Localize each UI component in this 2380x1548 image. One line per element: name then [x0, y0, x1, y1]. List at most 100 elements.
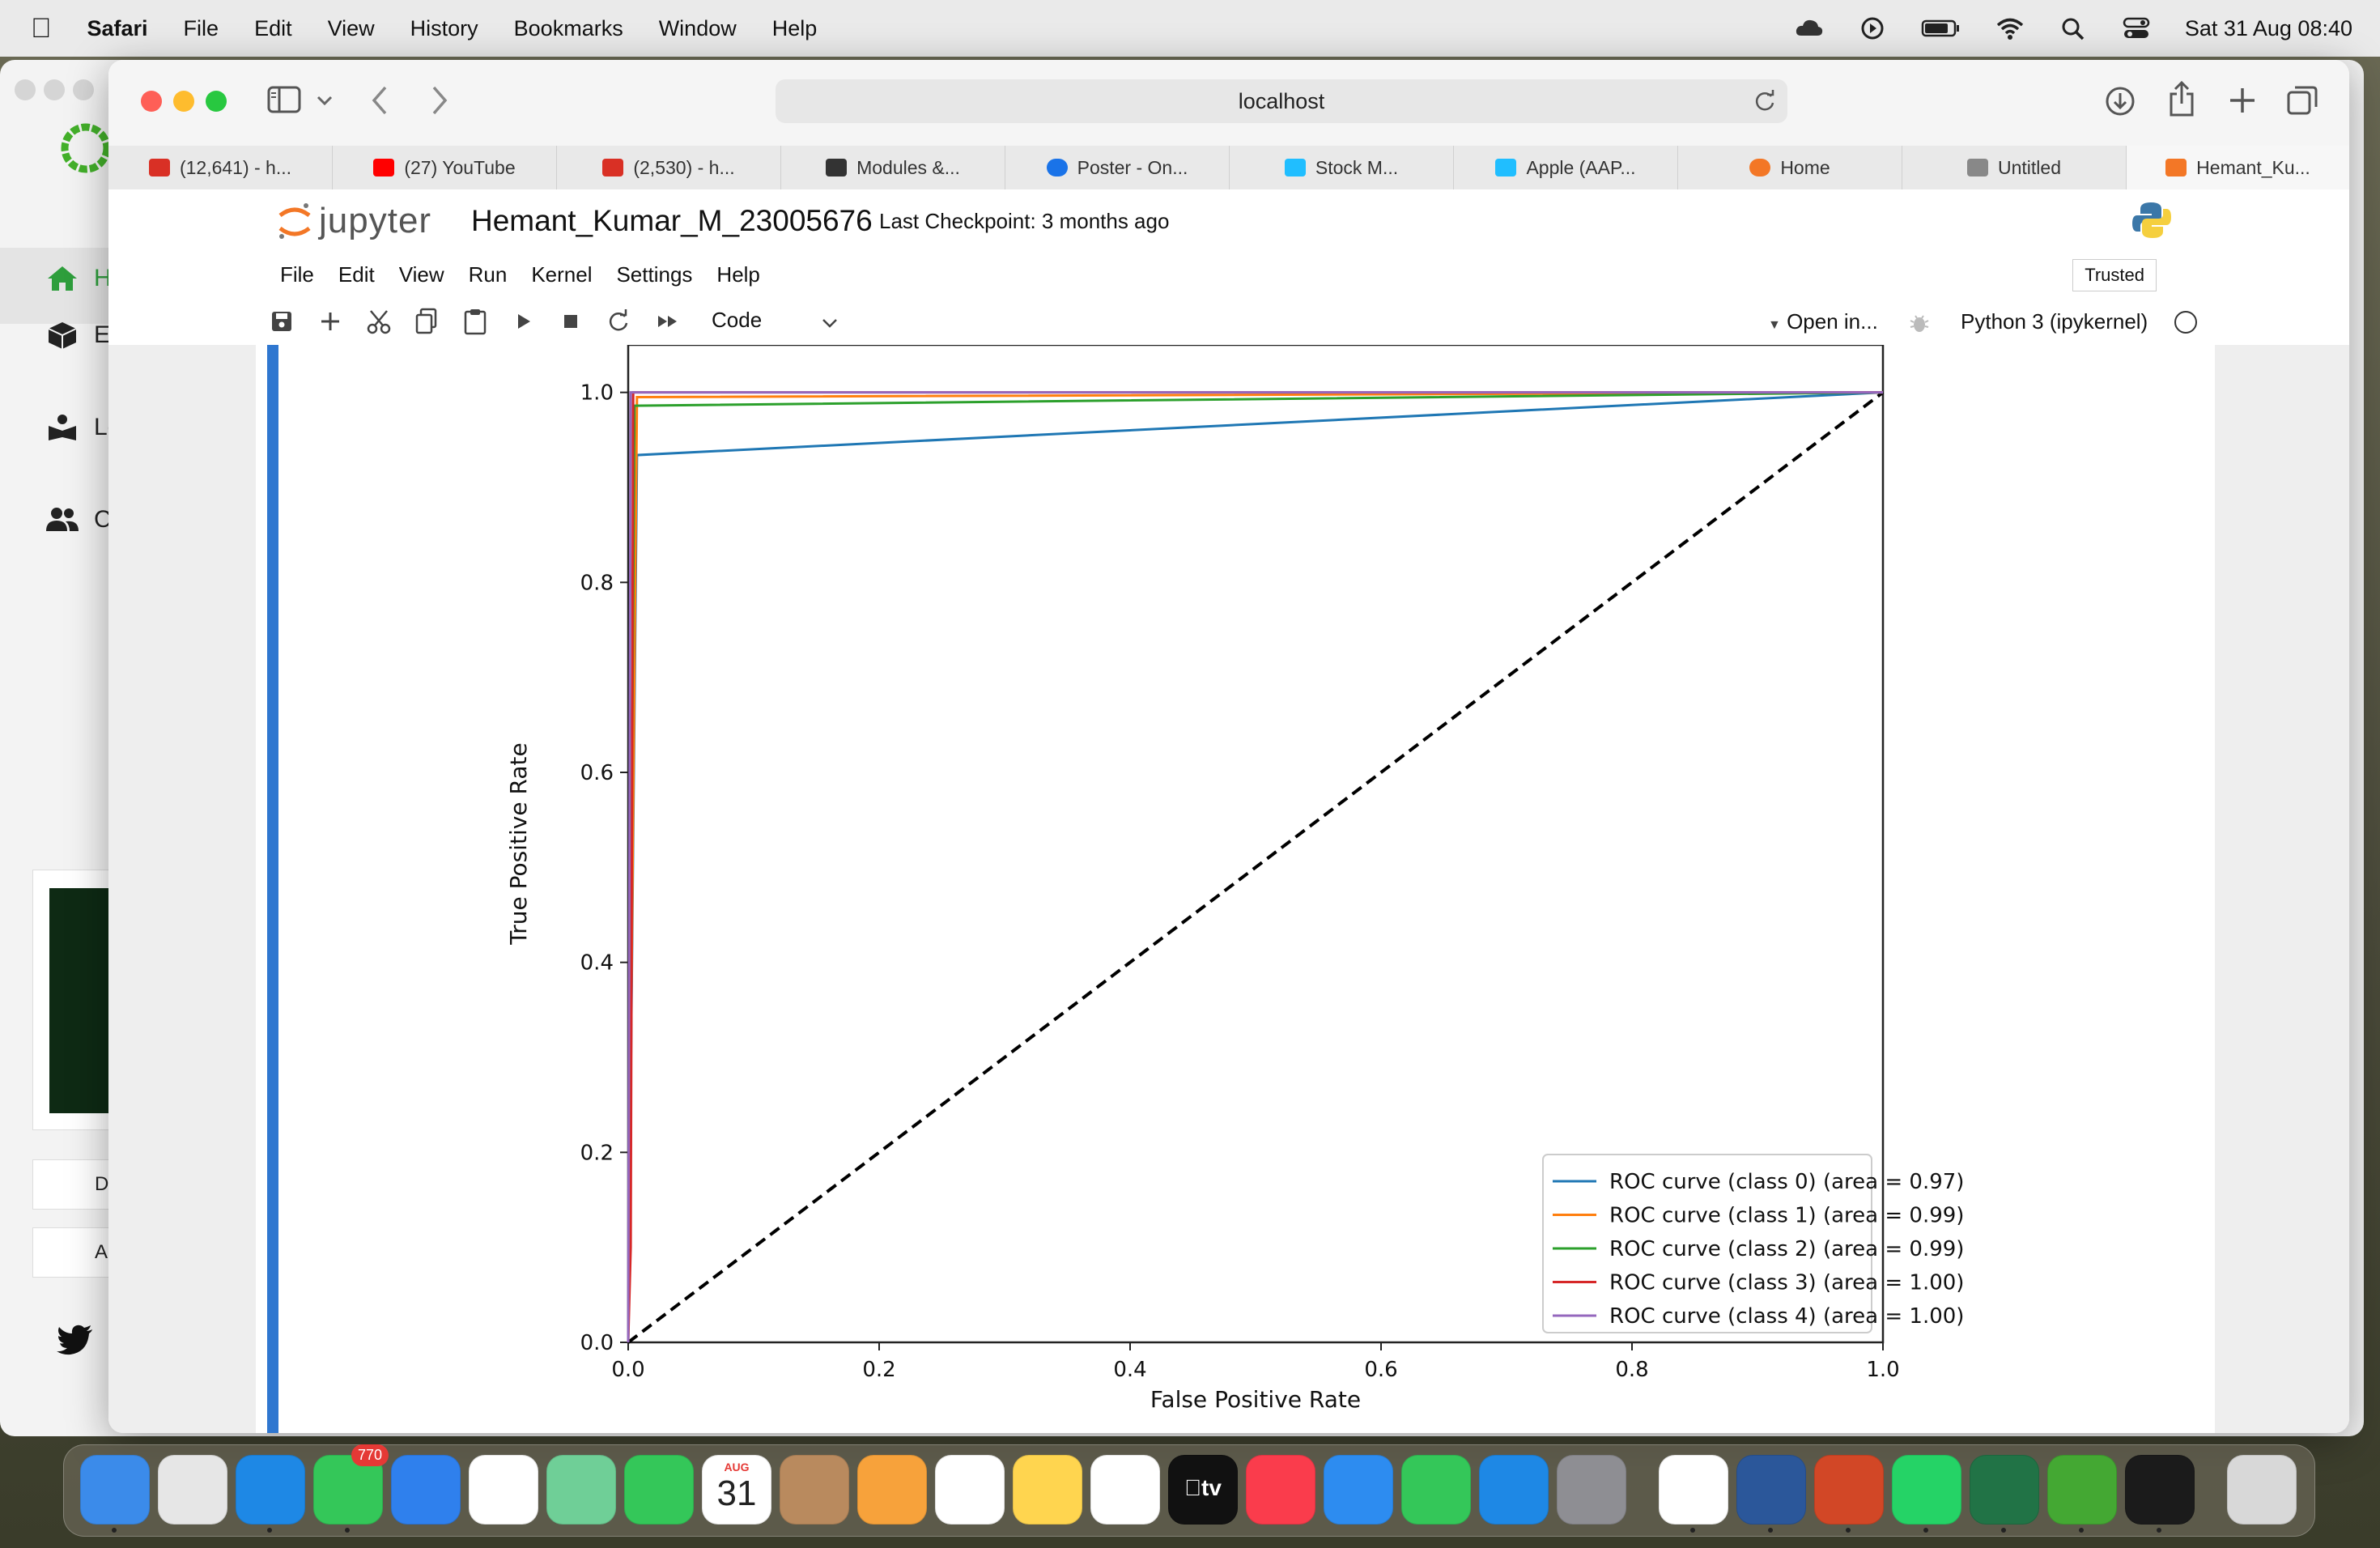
- tab-gmail-2[interactable]: (2,530) - h...: [557, 146, 781, 189]
- fast-forward-icon[interactable]: [656, 308, 680, 335]
- bg-button-documentation[interactable]: D: [32, 1159, 115, 1210]
- open-in-button[interactable]: ▼ Open in...: [1768, 309, 1878, 334]
- menu-file[interactable]: File: [184, 16, 219, 41]
- downloads-icon[interactable]: [2105, 86, 2136, 117]
- calendar-icon[interactable]: AUG 31: [702, 1455, 771, 1525]
- launchpad-icon[interactable]: [158, 1455, 227, 1525]
- wifi-icon[interactable]: [1995, 16, 2025, 40]
- new-tab-icon[interactable]: [2228, 86, 2257, 115]
- battery-icon[interactable]: [1921, 16, 1961, 40]
- numbers-icon[interactable]: [1401, 1455, 1471, 1525]
- bg-minimize-button[interactable]: [44, 79, 65, 100]
- menu-history[interactable]: History: [410, 16, 478, 41]
- tab-label: Poster - On...: [1077, 156, 1188, 178]
- reload-icon[interactable]: [1753, 90, 1776, 113]
- menu-app-name[interactable]: Safari: [87, 16, 148, 41]
- tab-notebook-active[interactable]: Hemant_Ku...: [2127, 146, 2349, 189]
- minimize-button[interactable]: [173, 91, 194, 112]
- promo-card[interactable]: [32, 870, 115, 1130]
- reminders-icon[interactable]: [935, 1455, 1005, 1525]
- excel-icon[interactable]: [1970, 1455, 2039, 1525]
- mail-icon[interactable]: [391, 1455, 461, 1525]
- facetime-icon[interactable]: [624, 1455, 694, 1525]
- messages-icon[interactable]: 770: [313, 1444, 389, 1525]
- menu-view[interactable]: View: [328, 16, 375, 41]
- music-icon[interactable]: [1246, 1455, 1315, 1525]
- jmenu-edit[interactable]: Edit: [338, 262, 375, 287]
- terminal-icon[interactable]: [2125, 1455, 2195, 1525]
- save-icon[interactable]: [270, 308, 293, 335]
- bg-zoom-button[interactable]: [73, 79, 94, 100]
- paste-icon[interactable]: [463, 308, 487, 335]
- tab-modules[interactable]: Modules &...: [781, 146, 1005, 189]
- tab-youtube[interactable]: (27) YouTube: [333, 146, 557, 189]
- jmenu-kernel[interactable]: Kernel: [531, 262, 592, 287]
- appstore-icon[interactable]: [1479, 1455, 1549, 1525]
- safari-icon[interactable]: [236, 1455, 305, 1525]
- cut-icon[interactable]: [366, 308, 392, 335]
- jmenu-view[interactable]: View: [399, 262, 444, 287]
- jmenu-run[interactable]: Run: [469, 262, 508, 287]
- notebook-title[interactable]: Hemant_Kumar_M_23005676: [471, 204, 873, 238]
- trash-icon[interactable]: [2227, 1455, 2297, 1525]
- settings-icon[interactable]: [1557, 1455, 1626, 1525]
- jmenu-settings[interactable]: Settings: [616, 262, 692, 287]
- tab-stock[interactable]: Stock M...: [1230, 146, 1454, 189]
- apple-menu-icon[interactable]: : [31, 13, 52, 45]
- tab-poster[interactable]: Poster - On...: [1005, 146, 1230, 189]
- debugger-icon[interactable]: [1909, 313, 1930, 334]
- pages-icon[interactable]: [857, 1455, 927, 1525]
- jmenu-file[interactable]: File: [280, 262, 314, 287]
- tab-untitled[interactable]: Untitled: [1902, 146, 2127, 189]
- chrome-icon[interactable]: [1659, 1455, 1728, 1525]
- twitter-icon[interactable]: [57, 1325, 94, 1357]
- photos-icon[interactable]: [469, 1455, 538, 1525]
- contacts-icon[interactable]: [780, 1455, 849, 1525]
- tab-home[interactable]: Home: [1678, 146, 1902, 189]
- tab-overview-icon[interactable]: [2286, 84, 2318, 117]
- control-center-icon[interactable]: [2122, 16, 2151, 40]
- tab-apple[interactable]: Apple (AAP...: [1454, 146, 1678, 189]
- back-icon[interactable]: [369, 84, 390, 117]
- finder-icon[interactable]: [80, 1455, 150, 1525]
- chevron-down-icon[interactable]: [821, 317, 839, 329]
- copy-icon[interactable]: [414, 308, 439, 335]
- menu-edit[interactable]: Edit: [254, 16, 292, 41]
- zoom-button[interactable]: [206, 91, 227, 112]
- stop-icon[interactable]: [560, 308, 581, 335]
- now-playing-icon[interactable]: [1858, 16, 1887, 40]
- add-cell-icon[interactable]: [319, 308, 342, 335]
- share-icon[interactable]: [2168, 81, 2195, 117]
- word-icon[interactable]: [1736, 1455, 1806, 1525]
- notes-icon[interactable]: [1013, 1455, 1082, 1525]
- spotlight-search-icon[interactable]: [2059, 16, 2088, 40]
- kernel-name[interactable]: Python 3 (ipykernel): [1961, 309, 2148, 334]
- cell-type-select[interactable]: Code: [712, 308, 762, 333]
- restart-icon[interactable]: [607, 308, 630, 335]
- keynote-icon[interactable]: [1324, 1455, 1393, 1525]
- whatsapp-icon[interactable]: [1892, 1455, 1961, 1525]
- anaconda-icon[interactable]: [2047, 1455, 2117, 1525]
- menu-clock[interactable]: Sat 31 Aug 08:40: [2185, 16, 2352, 41]
- forward-icon[interactable]: [429, 84, 450, 117]
- menu-help[interactable]: Help: [772, 16, 818, 41]
- maps-icon[interactable]: [546, 1455, 616, 1525]
- freeform-icon[interactable]: [1090, 1455, 1160, 1525]
- close-button[interactable]: [141, 91, 162, 112]
- output-cell[interactable]: 0.0 0.2 0.4 0.6 0.8 1.0 0.0 0.2 0.4 0.6 0.8 1.0 Fa…: [256, 345, 2215, 1433]
- powerpoint-icon[interactable]: [1814, 1455, 1884, 1525]
- menu-window[interactable]: Window: [659, 16, 737, 41]
- menu-bookmarks[interactable]: Bookmarks: [514, 16, 623, 41]
- bg-button-about[interactable]: A: [32, 1227, 115, 1278]
- bg-close-button[interactable]: [15, 79, 36, 100]
- sidebar-toggle-icon[interactable]: [267, 86, 301, 113]
- chevron-down-icon[interactable]: [316, 94, 334, 107]
- jmenu-help[interactable]: Help: [716, 262, 759, 287]
- icloud-icon[interactable]: [1795, 16, 1824, 40]
- run-icon[interactable]: [513, 308, 534, 335]
- tab-gmail-1[interactable]: (12,641) - h...: [108, 146, 333, 189]
- appletv-icon[interactable]: tv: [1168, 1455, 1238, 1525]
- trusted-badge[interactable]: Trusted: [2072, 259, 2157, 291]
- address-bar[interactable]: localhost: [776, 79, 1787, 123]
- jupyter-logo[interactable]: jupyter: [277, 201, 431, 241]
